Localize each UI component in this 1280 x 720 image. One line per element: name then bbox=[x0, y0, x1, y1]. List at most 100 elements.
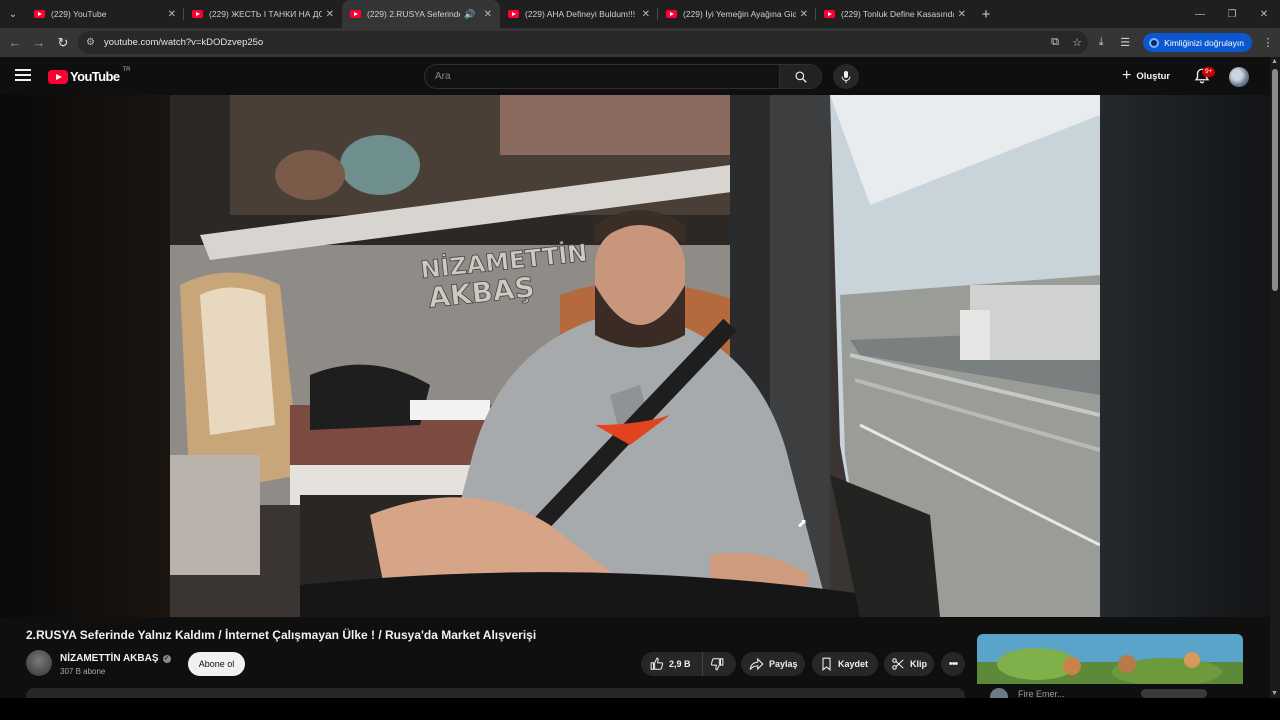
mouse-cursor-icon: ⬈ bbox=[797, 516, 808, 530]
verified-check-icon: ✓ bbox=[162, 654, 171, 663]
youtube-play-icon bbox=[48, 69, 68, 84]
thumbs-down-icon bbox=[710, 658, 724, 671]
dislike-button[interactable] bbox=[703, 657, 736, 671]
tab-title: (229) Tonluk Define Kasasından bbox=[841, 9, 954, 19]
video-frame[interactable]: NİZAMETTİN AKBAŞ bbox=[170, 95, 1100, 617]
browser-tab-2[interactable]: (229) ЖЕСТЬ І ТАНКИ НА ДОРОГАХ ✕ bbox=[184, 0, 342, 28]
toolbar-right: ⤓ ☰ Kimliğinizi doğrulayın ⋮ bbox=[1089, 28, 1280, 57]
share-button[interactable]: Paylaş bbox=[741, 652, 805, 676]
subscribe-button[interactable]: Abone ol bbox=[188, 652, 245, 676]
like-button[interactable]: 2,9 B bbox=[641, 652, 703, 676]
youtube-favicon-icon bbox=[508, 10, 519, 18]
speaker-audio-icon[interactable]: 🔊 bbox=[464, 9, 475, 20]
media-queue-icon[interactable]: ☰ bbox=[1113, 36, 1137, 49]
new-tab-plus-icon[interactable]: + bbox=[974, 6, 998, 23]
clip-label: Klip bbox=[910, 659, 927, 669]
ambient-right bbox=[1100, 95, 1270, 617]
close-tab-icon[interactable]: ✕ bbox=[326, 9, 334, 20]
forward-arrow-icon[interactable]: → bbox=[27, 31, 51, 55]
like-dislike-group: 2,9 B bbox=[641, 652, 736, 676]
bottom-edge bbox=[0, 698, 1280, 720]
youtube-favicon-icon bbox=[824, 10, 835, 18]
save-label: Kaydet bbox=[838, 659, 869, 669]
ambient-left bbox=[0, 95, 170, 617]
browser-tab-6[interactable]: (229) Tonluk Define Kasasından ✕ bbox=[816, 0, 974, 28]
description-box[interactable] bbox=[26, 688, 965, 698]
browser-menu-icon[interactable]: ⋮ bbox=[1256, 36, 1280, 49]
close-window-icon[interactable]: ✕ bbox=[1248, 0, 1280, 28]
tab-title: (229) İyi Yemeğin Ayağına Gidilir bbox=[683, 9, 796, 19]
more-actions-icon[interactable]: ••• bbox=[941, 652, 965, 676]
url-text[interactable]: youtube.com/watch?v=kDODzvep25o bbox=[104, 37, 1044, 48]
save-button[interactable]: Kaydet bbox=[812, 652, 878, 676]
search-input[interactable]: Ara bbox=[435, 71, 451, 82]
scrollbar-thumb[interactable] bbox=[1272, 69, 1278, 291]
channel-avatar[interactable] bbox=[26, 650, 52, 676]
channel-name[interactable]: NİZAMETTİN AKBAŞ ✓ bbox=[60, 653, 171, 664]
logo-wordmark: YouTube bbox=[70, 69, 120, 84]
browser-tab-1[interactable]: (229) YouTube ✕ bbox=[26, 0, 184, 28]
scissors-icon bbox=[892, 658, 904, 670]
minimize-icon[interactable]: — bbox=[1184, 0, 1216, 28]
tab-title: (229) AHA Defineyi Buldum!!! Define bbox=[525, 9, 638, 19]
notification-count-badge: 9+ bbox=[1202, 67, 1216, 77]
youtube-favicon-icon bbox=[192, 10, 203, 18]
scroll-up-arrow-icon[interactable]: ▲ bbox=[1271, 58, 1278, 65]
restore-icon[interactable]: ❐ bbox=[1216, 0, 1248, 28]
page-scrollbar[interactable]: ▲ ▼ bbox=[1270, 57, 1280, 698]
browser-tab-5[interactable]: (229) İyi Yemeğin Ayağına Gidilir ✕ bbox=[658, 0, 816, 28]
recommendation-badge bbox=[1141, 689, 1207, 698]
verify-identity-button[interactable]: Kimliğinizi doğrulayın bbox=[1143, 33, 1252, 52]
microphone-icon bbox=[841, 70, 851, 83]
voice-search-button[interactable] bbox=[833, 64, 859, 89]
browser-toolbar: ← → ↻ ⚙ youtube.com/watch?v=kDODzvep25o … bbox=[0, 28, 1280, 57]
site-settings-icon[interactable]: ⚙ bbox=[86, 37, 104, 48]
share-arrow-icon bbox=[749, 657, 764, 671]
address-bar[interactable]: ⚙ youtube.com/watch?v=kDODzvep25o ⧉ ☆ bbox=[78, 31, 1088, 54]
subscriber-count: 307 B abone bbox=[60, 667, 106, 676]
close-tab-icon[interactable]: ✕ bbox=[800, 9, 808, 20]
browser-tab-3-active[interactable]: (229) 2.RUSYA Seferinde Yalnız 🔊 ✕ bbox=[342, 0, 500, 28]
close-tab-icon[interactable]: ✕ bbox=[484, 9, 492, 20]
tab-title: (229) YouTube bbox=[51, 9, 107, 19]
country-code: TR bbox=[122, 66, 131, 73]
reload-icon[interactable]: ↻ bbox=[51, 31, 75, 55]
verify-label: Kimliğinizi doğrulayın bbox=[1164, 37, 1244, 48]
scroll-down-arrow-icon[interactable]: ▼ bbox=[1271, 690, 1278, 697]
plus-icon: + bbox=[1122, 67, 1132, 84]
clip-button[interactable]: Klip bbox=[884, 652, 934, 676]
thumbs-up-icon bbox=[650, 657, 664, 670]
close-tab-icon[interactable]: ✕ bbox=[168, 9, 176, 20]
bookmark-icon bbox=[822, 657, 831, 671]
share-label: Paylaş bbox=[769, 659, 798, 669]
youtube-masthead: YouTube TR Ara + Oluştur bbox=[0, 57, 1270, 95]
tab-title: (229) ЖЕСТЬ І ТАНКИ НА ДОРОГАХ bbox=[209, 9, 322, 19]
youtube-logo[interactable]: YouTube TR bbox=[48, 66, 131, 84]
youtube-favicon-icon bbox=[666, 10, 677, 18]
close-tab-icon[interactable]: ✕ bbox=[958, 9, 966, 20]
hamburger-menu-icon[interactable] bbox=[15, 69, 31, 84]
search-icon bbox=[794, 70, 807, 83]
channel-name-text[interactable]: NİZAMETTİN AKBAŞ bbox=[60, 653, 159, 664]
create-button[interactable]: + Oluştur bbox=[1116, 65, 1176, 87]
create-label: Oluştur bbox=[1136, 70, 1171, 82]
window-controls: — ❐ ✕ bbox=[1184, 0, 1280, 28]
close-tab-icon[interactable]: ✕ bbox=[642, 9, 650, 20]
account-avatar[interactable] bbox=[1229, 67, 1249, 87]
like-count: 2,9 B bbox=[669, 659, 691, 669]
search-box[interactable]: Ara bbox=[424, 64, 822, 89]
browser-tab-strip: ⌄ (229) YouTube ✕ (229) ЖЕСТЬ І ТАНКИ НА… bbox=[0, 0, 1280, 28]
tab-search-icon[interactable]: ⌄ bbox=[0, 0, 26, 28]
video-player[interactable]: NİZAMETTİN AKBAŞ ⬈ bbox=[0, 95, 1270, 617]
browser-tab-4[interactable]: (229) AHA Defineyi Buldum!!! Define ✕ bbox=[500, 0, 658, 28]
youtube-favicon-icon bbox=[34, 10, 45, 18]
download-icon[interactable]: ⤓ bbox=[1089, 36, 1113, 49]
video-title: 2.RUSYA Seferinde Yalnız Kaldım / İntern… bbox=[26, 628, 537, 642]
profile-ring-icon bbox=[1149, 37, 1160, 48]
back-arrow-icon[interactable]: ← bbox=[3, 31, 27, 55]
bookmark-star-icon[interactable]: ☆ bbox=[1066, 36, 1088, 49]
tab-title: (229) 2.RUSYA Seferinde Yalnız bbox=[367, 9, 461, 19]
search-button[interactable] bbox=[779, 65, 821, 88]
youtube-favicon-icon bbox=[350, 10, 361, 18]
install-app-icon[interactable]: ⧉ bbox=[1044, 36, 1066, 49]
